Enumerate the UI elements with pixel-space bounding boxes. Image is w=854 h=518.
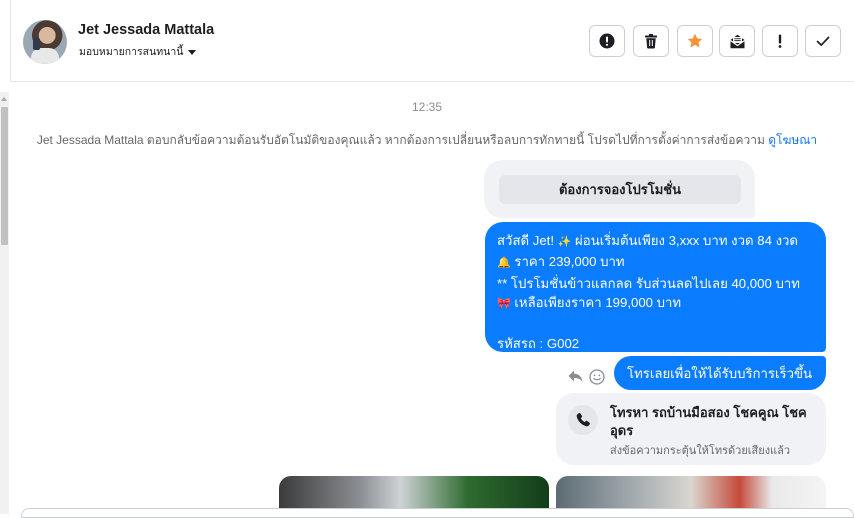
notice-text: Jet Jessada Mattala ตอบกลับข้อความต้อนรั… — [36, 133, 765, 147]
reply-icon[interactable] — [567, 369, 584, 384]
call-card[interactable]: โทรหา รถบ้านมือสอง โชคคูณ โชคอุดร ส่งข้อ… — [556, 393, 826, 465]
star-button[interactable] — [677, 25, 713, 57]
check-icon — [816, 36, 830, 46]
message-line: 🔔 ราคา 239,000 บาท — [497, 254, 625, 270]
quick-reply-card: ต้องการจองโปรโมชั่น — [484, 160, 755, 218]
assign-label: มอบหมายการสนทนานี้ — [79, 46, 184, 58]
alert-circle-icon — [599, 33, 615, 49]
message-line-blank — [497, 315, 816, 334]
delete-button[interactable] — [633, 25, 669, 57]
ribbon-icon: 🎀 — [497, 298, 511, 311]
auto-reply-notice: Jet Jessada Mattala ตอบกลับข้อความต้อนรั… — [0, 131, 854, 150]
message-timestamp: 12:35 — [411, 100, 443, 114]
smile-icon[interactable] — [589, 369, 605, 385]
sent-message-bubble[interactable]: โทรเลยเพื่อให้ได้รับบริการเร็วขึ้น — [614, 356, 826, 390]
avatar[interactable] — [23, 20, 67, 64]
call-card-subtitle: ส่งข้อความกระตุ้นให้โทรด้วยเสียงแล้ว — [610, 445, 791, 457]
message-line: ** โปรโมชั่นข้าวแลกลด รับส่วนลดไปเลย 40,… — [497, 275, 800, 291]
mark-done-button[interactable] — [805, 25, 841, 57]
mark-spam-button[interactable] — [589, 25, 625, 57]
scrollbar-thumb[interactable] — [1, 107, 8, 245]
trash-icon — [645, 34, 657, 49]
message-line: รหัสรถ : G002 — [497, 336, 580, 352]
call-card-title: โทรหา รถบ้านมือสอง โชคคูณ โชคอุดร — [610, 405, 807, 438]
bell-icon: 🔔 — [497, 257, 511, 270]
sent-message-bubble[interactable]: สวัสดี Jet! ✨ ผ่อนเริ่มต้นเพียง 3,xxx บา… — [485, 222, 826, 352]
mark-unread-button[interactable] — [719, 25, 755, 57]
contact-name[interactable]: Jet Jessada Mattala — [78, 22, 214, 38]
message-line: สวัสดี Jet! ✨ ผ่อนเริ่มต้นเพียง 3,xxx บา… — [497, 233, 798, 248]
assign-conversation-dropdown[interactable]: มอบหมายการสนทนานี้ — [79, 43, 197, 60]
mail-read-icon — [729, 34, 745, 48]
view-ad-link[interactable]: ดูโฆษณา — [768, 133, 817, 147]
mark-important-button[interactable] — [762, 25, 798, 57]
message-composer[interactable] — [21, 508, 854, 518]
phone-icon — [576, 412, 590, 427]
message-line: 🎀 เหลือเพียงราคา 199,000 บาท — [497, 295, 682, 311]
conversation-header: Jet Jessada Mattala มอบหมายการสนทนานี้ — [10, 0, 854, 82]
exclamation-icon — [778, 34, 782, 48]
quick-reply-button[interactable]: ต้องการจองโปรโมชั่น — [499, 175, 741, 204]
star-icon — [687, 33, 703, 48]
caret-down-icon — [188, 49, 197, 55]
call-icon-wrap — [568, 405, 598, 435]
sparkles-icon: ✨ — [557, 236, 572, 248]
